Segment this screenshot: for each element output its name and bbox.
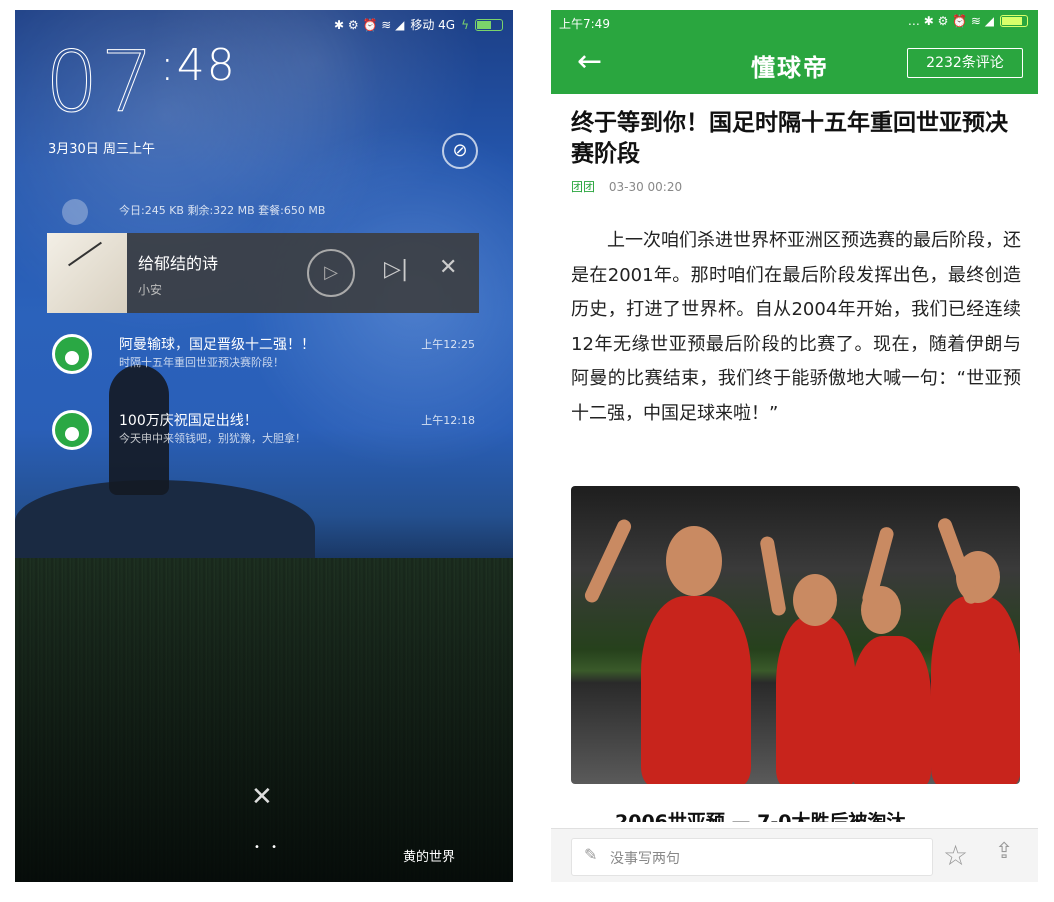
- album-art: [47, 233, 127, 313]
- pencil-icon: ✎: [584, 845, 598, 864]
- close-music-button[interactable]: ✕: [439, 255, 457, 280]
- status-icons: … ✱ ⚙ ⏰ ≋ ◢: [907, 14, 994, 28]
- lock-date: 3月30日 周三上午: [48, 142, 155, 157]
- share-icon[interactable]: ⇪: [995, 839, 1013, 864]
- grass-background: [15, 558, 513, 882]
- player-figure: [851, 636, 931, 784]
- data-usage-text: 今日:245 KB 剩余:322 MB 套餐:650 MB: [119, 204, 326, 217]
- charging-icon: ϟ: [461, 17, 469, 32]
- status-bar: ✱ ⚙ ⏰ ≋ ◢ 移动 4G ϟ: [334, 16, 503, 33]
- clock-minutes: :48: [159, 40, 237, 91]
- article-body: 上一次咱们杀进世界杯亚洲区预选赛的最后阶段，还是在2001年。那时咱们在最后阶段…: [571, 224, 1021, 431]
- player-head: [666, 526, 722, 596]
- article-title: 终于等到你！国足时隔十五年重回世亚预决赛阶段: [571, 110, 1008, 167]
- page-indicator: • •: [254, 842, 281, 853]
- team-celebration-photo[interactable]: [571, 486, 1020, 784]
- status-icons-group: … ✱ ⚙ ⏰ ≋ ◢: [908, 14, 1028, 28]
- comments-button[interactable]: 2232条评论: [907, 48, 1023, 78]
- comment-input[interactable]: ✎ 没事写两句: [571, 838, 933, 876]
- comment-bar: ✎ 没事写两句 ☆ ⇪: [551, 828, 1038, 882]
- notification-subtitle: 时隔十五年重回世亚预决赛阶段！: [119, 356, 284, 369]
- raised-arm: [759, 535, 787, 617]
- notification-title: 100万庆祝国足出线！: [119, 413, 258, 429]
- player-head: [793, 574, 837, 626]
- app-header: ← 懂球帝 2232条评论: [551, 34, 1038, 94]
- status-time: 上午7:49: [559, 17, 610, 31]
- do-not-disturb-icon[interactable]: ⊘: [442, 133, 478, 169]
- song-title: 给郁结的诗: [138, 254, 219, 273]
- play-button[interactable]: ▷: [307, 249, 355, 297]
- clear-notifications-button[interactable]: ✕: [251, 782, 273, 812]
- notification-time: 上午12:25: [421, 338, 475, 351]
- watermark: 黄的世界: [403, 850, 456, 865]
- article-subheading: 2006世亚预 — 7-0大胜后被淘汰: [615, 811, 906, 822]
- song-artist: 小安: [138, 283, 163, 297]
- lock-screen: ✱ ⚙ ⏰ ≋ ◢ 移动 4G ϟ 07:48 3月30日 周三上午 ⊘ 今日:…: [15, 10, 513, 882]
- battery-icon: [1000, 15, 1028, 27]
- next-track-button[interactable]: ▷|: [384, 257, 408, 282]
- notification-item[interactable]: 100万庆祝国足出线！ 今天申中来领钱吧，别犹豫，大胆拿！ 上午12:18: [49, 405, 481, 461]
- article-screen: 上午7:49 … ✱ ⚙ ⏰ ≋ ◢ ← 懂球帝 2232条评论 终于等到你！国…: [551, 10, 1038, 882]
- battery-icon: [475, 18, 503, 31]
- dongqiudi-app-icon: [52, 334, 92, 374]
- carrier-label: 移动 4G: [410, 18, 456, 32]
- clock-hour: 07: [45, 33, 156, 131]
- notification-title: 阿曼输球，国足晋级十二强！！: [119, 337, 315, 353]
- article-paragraph: 上一次咱们杀进世界杯亚洲区预选赛的最后阶段，还是在2001年。那时咱们在最后阶段…: [571, 230, 1021, 424]
- player-figure: [641, 596, 751, 784]
- notification-item[interactable]: 阿曼输球，国足晋级十二强！！ 时隔十五年重回世亚预决赛阶段！ 上午12:25: [49, 329, 481, 385]
- raised-arm: [582, 517, 634, 605]
- music-notification[interactable]: 给郁结的诗 小安 ▷ ▷| ✕: [47, 233, 479, 313]
- lock-clock: 07:48: [45, 40, 237, 125]
- article-datetime: 03-30 00:20: [608, 180, 683, 194]
- article-source[interactable]: 团团: [571, 180, 595, 194]
- player-figure: [931, 596, 1020, 784]
- star-icon[interactable]: ☆: [943, 839, 968, 872]
- status-icons: ✱ ⚙ ⏰ ≋ ◢: [334, 17, 405, 32]
- status-bar: 上午7:49 … ✱ ⚙ ⏰ ≋ ◢: [551, 10, 1038, 34]
- notification-time: 上午12:18: [421, 414, 475, 427]
- dongqiudi-app-icon: [52, 410, 92, 450]
- notification-subtitle: 今天申中来领钱吧，别犹豫，大胆拿！: [119, 432, 306, 445]
- app-logo: 懂球帝: [751, 54, 829, 82]
- back-arrow-icon[interactable]: ←: [577, 44, 602, 79]
- article-meta: 团团 03-30 00:20: [571, 178, 682, 195]
- data-usage-icon: [62, 199, 88, 225]
- comment-placeholder: 没事写两句: [610, 851, 680, 867]
- player-figure: [776, 616, 856, 784]
